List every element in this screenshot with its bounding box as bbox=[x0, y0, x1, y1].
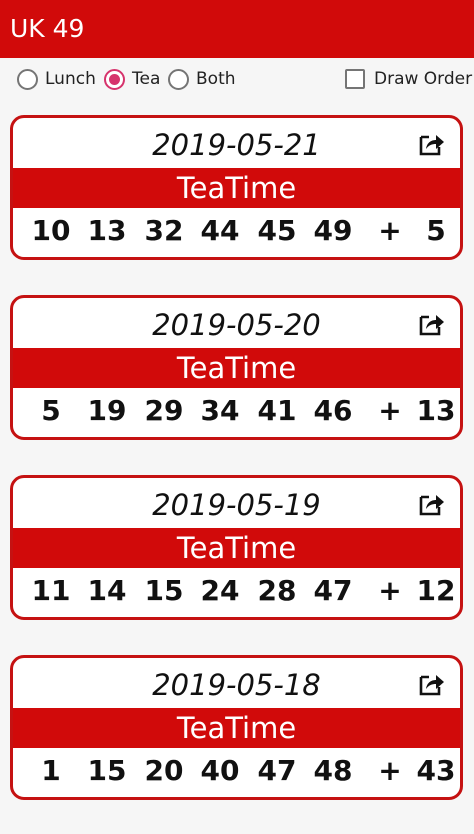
ball-number: 11 bbox=[31, 574, 71, 607]
draw-date: 2019-05-20 bbox=[152, 308, 321, 342]
ball-number: 45 bbox=[257, 214, 297, 247]
share-icon[interactable] bbox=[418, 131, 446, 157]
ball-number: 20 bbox=[144, 754, 184, 787]
lunch-radio[interactable]: Lunch bbox=[17, 68, 96, 90]
ball-number: 29 bbox=[144, 394, 184, 427]
ball-number: 15 bbox=[87, 754, 127, 787]
draw-card: 2019-05-21 TeaTime 10 13 32 44 45 49 + 5 bbox=[10, 115, 463, 260]
draw-type-band: TeaTime bbox=[13, 708, 460, 748]
share-icon[interactable] bbox=[418, 491, 446, 517]
app-title: UK 49 bbox=[10, 14, 85, 43]
numbers-row: 1 15 20 40 47 48 + 43 bbox=[13, 750, 460, 792]
ball-number: 34 bbox=[200, 394, 240, 427]
checkbox-box[interactable] bbox=[345, 69, 365, 89]
radio-circle[interactable] bbox=[17, 68, 38, 90]
radio-circle[interactable] bbox=[168, 68, 189, 90]
ball-number: 44 bbox=[200, 214, 240, 247]
draw-date: 2019-05-18 bbox=[152, 668, 321, 702]
ball-number: 19 bbox=[87, 394, 127, 427]
app-bar: UK 49 bbox=[0, 0, 474, 58]
draw-date: 2019-05-19 bbox=[152, 488, 321, 522]
draw-type-band: TeaTime bbox=[13, 168, 460, 208]
bonus-number: 5 bbox=[426, 214, 446, 247]
ball-number: 5 bbox=[41, 394, 61, 427]
plus-sign: + bbox=[378, 574, 402, 607]
share-icon[interactable] bbox=[418, 311, 446, 337]
numbers-row: 5 19 29 34 41 46 + 13 bbox=[13, 390, 460, 432]
lunch-label: Lunch bbox=[45, 69, 96, 89]
tea-label: Tea bbox=[132, 69, 161, 89]
ball-number: 1 bbox=[41, 754, 61, 787]
plus-sign: + bbox=[378, 394, 402, 427]
ball-number: 47 bbox=[257, 754, 297, 787]
numbers-row: 10 13 32 44 45 49 + 5 bbox=[13, 210, 460, 252]
draw-card: 2019-05-20 TeaTime 5 19 29 34 41 46 + 13 bbox=[10, 295, 463, 440]
bonus-number: 13 bbox=[416, 394, 456, 427]
ball-number: 28 bbox=[257, 574, 297, 607]
tea-radio[interactable]: Tea bbox=[104, 68, 160, 90]
ball-number: 48 bbox=[313, 754, 353, 787]
ball-number: 15 bbox=[144, 574, 184, 607]
bonus-number: 43 bbox=[416, 754, 456, 787]
ball-number: 46 bbox=[313, 394, 353, 427]
draw-card: 2019-05-18 TeaTime 1 15 20 40 47 48 + 43 bbox=[10, 655, 463, 800]
share-icon[interactable] bbox=[418, 671, 446, 697]
ball-number: 32 bbox=[144, 214, 184, 247]
draw-order-label: Draw Order bbox=[374, 69, 473, 89]
ball-number: 10 bbox=[31, 214, 71, 247]
draw-order-checkbox[interactable]: Draw Order bbox=[345, 68, 472, 90]
draw-type-band: TeaTime bbox=[13, 348, 460, 388]
both-label: Both bbox=[196, 69, 236, 89]
ball-number: 41 bbox=[257, 394, 297, 427]
both-radio[interactable]: Both bbox=[168, 68, 236, 90]
numbers-row: 11 14 15 24 28 47 + 12 bbox=[13, 570, 460, 612]
draw-card: 2019-05-19 TeaTime 11 14 15 24 28 47 + 1… bbox=[10, 475, 463, 620]
radio-circle[interactable] bbox=[104, 68, 125, 90]
ball-number: 13 bbox=[87, 214, 127, 247]
draw-options-bar: Lunch Tea Both Draw Order bbox=[0, 58, 474, 98]
draw-type-band: TeaTime bbox=[13, 528, 460, 568]
plus-sign: + bbox=[378, 754, 402, 787]
plus-sign: + bbox=[378, 214, 402, 247]
ball-number: 24 bbox=[200, 574, 240, 607]
bonus-number: 12 bbox=[416, 574, 456, 607]
ball-number: 14 bbox=[87, 574, 127, 607]
ball-number: 47 bbox=[313, 574, 353, 607]
draw-date: 2019-05-21 bbox=[152, 128, 321, 162]
ball-number: 49 bbox=[313, 214, 353, 247]
ball-number: 40 bbox=[200, 754, 240, 787]
